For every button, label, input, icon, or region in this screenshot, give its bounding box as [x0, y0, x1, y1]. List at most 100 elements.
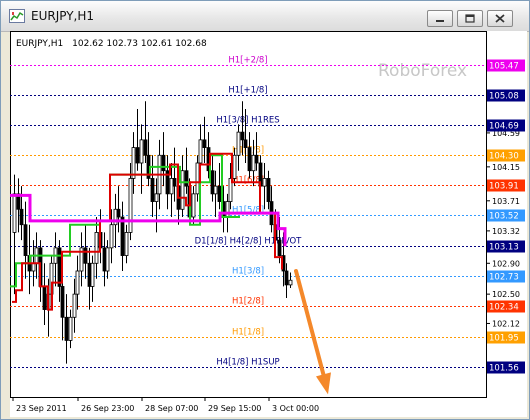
restore-icon — [465, 14, 475, 23]
level-label: H1[3/8] H1RES — [216, 116, 279, 126]
candle-body — [150, 178, 155, 202]
y-tick-label: 102.12 — [492, 319, 520, 328]
candle-body — [225, 201, 230, 218]
candle-body — [210, 170, 215, 195]
x-tick-label: 26 Sep 23:00 — [81, 404, 134, 413]
roboforex-watermark: RoboForex — [378, 61, 467, 81]
candle-body — [94, 232, 99, 264]
candle-body — [90, 262, 95, 287]
candle-body — [217, 185, 222, 202]
candle-body — [116, 208, 121, 218]
candle-body — [161, 154, 166, 172]
title-bar[interactable]: EURJPY,H1 — [1, 1, 529, 32]
level-label: H1[3/8] — [232, 267, 264, 277]
restore-button[interactable] — [457, 10, 483, 27]
candle-body — [266, 178, 271, 202]
y-tick-label: 102.90 — [492, 259, 520, 268]
candle-body — [251, 154, 256, 172]
minimize-button[interactable] — [427, 10, 453, 27]
candle-body — [102, 247, 107, 272]
candle-body — [60, 286, 65, 318]
candle-body — [236, 131, 241, 156]
candle-body — [198, 139, 203, 164]
price-tag-label: 101.56 — [489, 364, 519, 374]
candle-body — [135, 147, 140, 164]
candle-body — [262, 178, 267, 187]
chart-ohlc: 102.62 102.73 102.61 102.68 — [72, 39, 207, 49]
y-tick-label: 102.50 — [492, 290, 520, 299]
price-tag-label: 105.08 — [489, 92, 519, 102]
candle-body — [42, 286, 47, 310]
candle-body — [180, 170, 185, 210]
price-chart[interactable]: RoboForex 104.59 104.15 103.71 103.32 102.90… — [10, 31, 527, 417]
candle-body — [75, 270, 80, 295]
candle-body — [139, 139, 144, 164]
x-tick-label: 23 Sep 2011 — [16, 404, 67, 413]
candle-body — [172, 178, 177, 187]
candle-body — [128, 178, 133, 233]
candle-body — [213, 185, 218, 195]
candle-body — [232, 154, 237, 179]
candle-body — [243, 139, 248, 148]
candle-body — [72, 293, 77, 318]
candle-body — [113, 208, 118, 226]
candle-body — [195, 162, 200, 195]
chart-canvas[interactable]: RoboForex 104.59104.15103.71103.32102.90… — [10, 31, 527, 417]
candle-body — [202, 139, 207, 148]
price-tag-label: 104.30 — [489, 152, 519, 162]
candle-body — [184, 170, 189, 187]
candle-body — [284, 270, 289, 286]
level-label: H1[+1/8] — [228, 86, 267, 96]
candle-body — [247, 147, 252, 172]
candle-body — [68, 316, 73, 341]
y-tick-label: 103.32 — [492, 227, 520, 236]
candle-body — [254, 154, 259, 164]
level-label: H1[1/8] — [232, 328, 264, 338]
candle-body — [288, 279, 293, 286]
y-tick-label: 103.71 — [492, 197, 520, 206]
x-tick-label: 28 Sep 07:00 — [145, 404, 198, 413]
candle-body — [124, 232, 129, 256]
close-button[interactable] — [487, 10, 513, 27]
forecast-arrow-head — [316, 372, 331, 395]
price-tag-label: 103.91 — [489, 182, 519, 192]
price-tag-label: 101.95 — [489, 334, 519, 344]
level-label: H1[+2/8] — [228, 56, 267, 66]
chart-symbol: EURJPY,H1 — [16, 39, 63, 49]
price-tag-label: 103.52 — [489, 212, 519, 222]
minimize-icon — [436, 20, 444, 22]
candle-body — [154, 193, 159, 202]
window-title: EURJPY,H1 — [31, 9, 95, 23]
price-tag-label: 103.13 — [489, 243, 519, 253]
candle-body — [12, 193, 17, 233]
candle-body — [105, 247, 110, 272]
price-tag-label: 102.73 — [489, 273, 519, 283]
candle-body — [277, 239, 282, 256]
level-label: H1[2/8] — [232, 297, 264, 307]
candle-body — [191, 193, 196, 218]
price-tag-label: 104.69 — [489, 122, 519, 132]
forecast-arrow-shaft — [294, 269, 327, 383]
candle-body — [23, 224, 28, 256]
candle-body — [169, 178, 174, 195]
close-icon — [495, 14, 505, 23]
candle-body — [143, 139, 148, 156]
y-tick-label: 104.15 — [492, 163, 520, 172]
candle-body — [19, 208, 24, 226]
candle-body — [87, 262, 92, 287]
x-tick-label: 3 Oct 00:00 — [272, 404, 319, 413]
candle-body — [31, 262, 36, 272]
candle-body — [57, 247, 62, 287]
candle-body — [83, 247, 88, 264]
x-tick-label: 29 Sep 15:00 — [208, 404, 261, 413]
chart-window: EURJPY,H1 RoboForex 104.59 104.15 103.71 10… — [0, 0, 530, 420]
candle-body — [64, 316, 69, 341]
level-label: H4[1/8] H1SUP — [216, 358, 279, 368]
chart-app-icon — [9, 9, 25, 23]
candle-body — [109, 224, 114, 249]
candle-body — [120, 216, 125, 256]
chart-header: EURJPY,H1 102.62 102.73 102.61 102.68 — [16, 39, 207, 49]
price-tag-label: 102.34 — [489, 303, 519, 313]
price-tag-label: 105.47 — [489, 62, 519, 72]
candle-body — [240, 131, 245, 141]
